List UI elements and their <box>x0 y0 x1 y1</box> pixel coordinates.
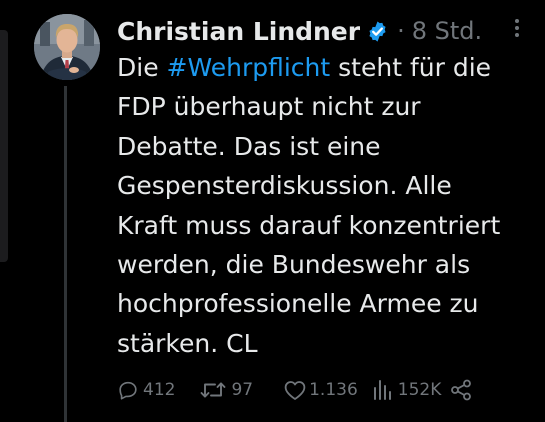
header-separator: · <box>397 17 405 45</box>
tweet-line: Kraft muss darauf konzentriert <box>117 210 501 240</box>
tweet-text-prefix: Die <box>117 53 167 82</box>
views-bar-chart-icon <box>372 379 394 401</box>
tweet-timestamp[interactable]: 8 Std. <box>412 17 482 45</box>
more-vertical-icon[interactable] <box>507 16 527 42</box>
avatar[interactable] <box>34 14 100 80</box>
reply-bubble-icon <box>117 379 139 401</box>
reply-button[interactable]: 412 <box>117 379 175 401</box>
thread-line <box>64 86 67 422</box>
retweet-icon <box>199 379 227 401</box>
like-count: 1.136 <box>309 380 358 400</box>
views-button[interactable]: 152K <box>372 379 442 401</box>
left-edge-panel <box>0 30 8 262</box>
heart-icon <box>283 379 307 401</box>
avatar-photo <box>34 14 100 80</box>
tweet-text: Die #Wehrpflicht steht für die FDP überh… <box>117 48 537 363</box>
tweet-line-1: Die #Wehrpflicht steht für die <box>117 48 537 87</box>
retweet-button[interactable]: 97 <box>199 379 253 401</box>
retweet-count: 97 <box>231 380 254 400</box>
tweet-text-after-hashtag: steht für die <box>330 53 492 82</box>
tweet-line: hochprofessionelle Armee zu <box>117 289 479 319</box>
author-name[interactable]: Christian Lindner <box>117 17 360 46</box>
share-button[interactable] <box>449 378 473 402</box>
tweet-header: Christian Lindner · 8 Std. <box>117 12 527 50</box>
hashtag-link[interactable]: #Wehrpflicht <box>167 53 331 82</box>
tweet-line: Gespensterdiskussion. Alle <box>117 171 452 201</box>
tweet-line: werden, die Bundeswehr als <box>117 250 471 280</box>
tweet-line: stärken. CL <box>117 328 258 358</box>
like-button[interactable]: 1.136 <box>283 379 358 401</box>
tweet-actions: 412 97 1.136 152K <box>117 375 473 405</box>
views-count: 152K <box>397 380 442 400</box>
reply-count: 412 <box>143 380 176 400</box>
tweet-line: Debatte. Das ist eine <box>117 131 381 161</box>
verified-badge-icon <box>366 20 389 43</box>
share-icon <box>449 378 473 402</box>
tweet-line: FDP überhaupt nicht zur <box>117 92 421 122</box>
